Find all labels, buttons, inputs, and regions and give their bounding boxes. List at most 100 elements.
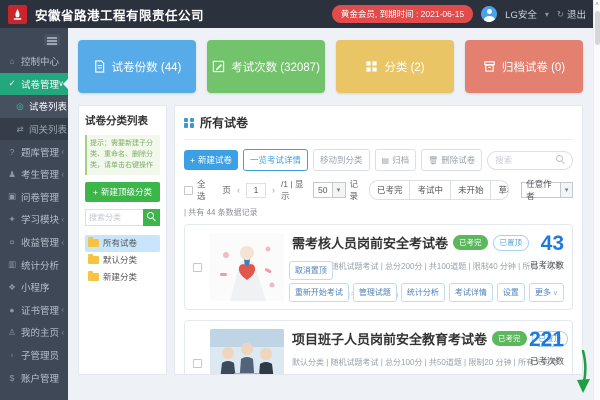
nav-label: 子管理员 bbox=[21, 348, 59, 362]
exam-panel-header: 所有试卷 bbox=[184, 114, 573, 140]
logout-label: 退出 bbox=[567, 7, 586, 21]
stat-card-exam-times[interactable]: 考试次数 (32087) bbox=[207, 40, 325, 93]
nav-label: 试卷列表 bbox=[29, 99, 67, 113]
restart-exam-button[interactable]: 重新开始考试 bbox=[289, 283, 349, 302]
page-scrollbar[interactable]: ˄ bbox=[593, 0, 600, 400]
tree-node-new-category[interactable]: 新建分类 bbox=[85, 269, 160, 286]
sidebar-item-mini-program[interactable]: ❖ 小程序 bbox=[0, 276, 68, 299]
checkbox-icon: ▣ bbox=[7, 191, 17, 202]
exam-toolbar: +新建试卷 一览考试详情 移动到分类 ▤归档 🗑删除试卷 bbox=[184, 149, 573, 171]
exam-detail-button[interactable]: 考试详情 bbox=[449, 283, 493, 302]
page-size-select[interactable]: 50▾ bbox=[313, 182, 345, 198]
plus-icon: + bbox=[190, 155, 195, 165]
status-filter-group: 已考完 考试中 未开始 草稿 bbox=[369, 180, 509, 200]
edit-icon bbox=[212, 60, 225, 73]
medal-icon: ● bbox=[7, 305, 17, 315]
exam-panel-title: 所有试卷 bbox=[200, 114, 248, 131]
more-button[interactable]: 更多∨ bbox=[529, 283, 564, 302]
question-icon: ? bbox=[7, 147, 17, 157]
filter-not-started[interactable]: 未开始 bbox=[451, 181, 492, 199]
exam-title[interactable]: 需考核人员岗前安全考试卷 bbox=[292, 233, 448, 252]
sidebar-item-learning-module[interactable]: ✦学习模块‹ bbox=[0, 208, 68, 231]
tree-node-all-exams[interactable]: 所有试卷 bbox=[85, 235, 160, 252]
user-menu-caret-icon[interactable]: ▾ bbox=[545, 10, 549, 19]
graduation-icon: ✦ bbox=[7, 214, 17, 225]
sidebar-item-exam-management[interactable]: ✓试卷管理∨ bbox=[0, 73, 68, 96]
chart-icon: ▥ bbox=[7, 259, 17, 270]
exam-title[interactable]: 项目班子人员岗前安全教育考试卷 bbox=[292, 329, 487, 348]
sidebar-item-my-homepage[interactable]: ♙我的主页‹ bbox=[0, 321, 68, 344]
sidebar-item-certificate-management[interactable]: ●证书管理‹ bbox=[0, 299, 68, 322]
stat-card-categories[interactable]: 分类 (2) bbox=[336, 40, 454, 93]
app-icon: ❖ bbox=[7, 282, 17, 293]
exam-checkbox[interactable] bbox=[193, 359, 202, 368]
nav-label: 试卷管理 bbox=[21, 77, 59, 91]
sidebar-item-control-center[interactable]: ⌂控制中心 bbox=[0, 50, 68, 73]
author-filter-select[interactable]: 任意作者▾ bbox=[521, 182, 573, 198]
exam-meta: 默认分类 | 随机试题考试 | 总分100分 | 共50道题 | 限制20 分钟… bbox=[292, 357, 494, 368]
sidebar-item-account-management[interactable]: $账户管理 bbox=[0, 366, 68, 389]
filter-finished[interactable]: 已考完 bbox=[370, 181, 411, 199]
logout-button[interactable]: ↻退出 bbox=[557, 7, 586, 21]
manage-questions-button[interactable]: 管理试题 bbox=[353, 283, 397, 302]
stat-card-archived[interactable]: 归档试卷 (0) bbox=[465, 40, 583, 93]
stat-label: 考试次数 (32087) bbox=[231, 59, 320, 75]
grid-icon bbox=[184, 118, 194, 128]
document-icon bbox=[93, 60, 106, 73]
category-search-button[interactable] bbox=[143, 209, 160, 226]
user-avatar[interactable] bbox=[481, 6, 497, 22]
archive-button[interactable]: ▤归档 bbox=[375, 149, 417, 171]
filter-in-progress[interactable]: 考试中 bbox=[410, 181, 451, 199]
new-category-button[interactable]: +新建顶级分类 bbox=[85, 182, 160, 202]
header-right: 黄金会员, 到期时间 : 2021-06-15 LG安全 ▾ ↻退出 bbox=[332, 5, 586, 23]
scroll-down-arrow-icon[interactable] bbox=[574, 350, 592, 394]
page-number-input[interactable] bbox=[246, 183, 266, 198]
scroll-up-icon[interactable]: ˄ bbox=[595, 0, 599, 10]
exam-count-block: 221 已考次数 bbox=[502, 329, 564, 375]
exam-taken-label: 已考次数 bbox=[502, 355, 564, 367]
nav-label: 闯关列表 bbox=[29, 122, 67, 136]
list-controls: 全选 页 ‹ › /1 | 显示 50▾ 记录 已考完 考试中 未开始 草稿 任… bbox=[184, 178, 573, 202]
sidebar-collapse-button[interactable] bbox=[0, 28, 68, 50]
nav-label: 小程序 bbox=[21, 280, 50, 294]
move-category-button[interactable]: 移动到分类 bbox=[313, 149, 370, 171]
sidebar-item-exam-list[interactable]: ◎试卷列表 bbox=[0, 95, 68, 118]
archive-icon bbox=[483, 60, 496, 73]
author-filter-value: 任意作者 bbox=[522, 178, 560, 202]
sidebar-item-sub-admin[interactable]: ▫ 子管理员 bbox=[0, 344, 68, 367]
admin-icon: ▫ bbox=[7, 350, 17, 360]
settings-button[interactable]: 设置 bbox=[497, 283, 525, 302]
tree-label: 新建分类 bbox=[103, 271, 137, 283]
scrollbar-thumb[interactable] bbox=[595, 11, 600, 45]
tree-label: 默认分类 bbox=[103, 254, 137, 266]
sidebar-item-examinee-management[interactable]: ♟考生管理‹ bbox=[0, 163, 68, 186]
user-name[interactable]: LG安全 bbox=[505, 7, 537, 21]
stat-card-exam-count[interactable]: 试卷份数 (44) bbox=[78, 40, 196, 93]
page-size-value: 50 bbox=[314, 185, 331, 195]
chevron-down-icon: ∨ bbox=[553, 289, 558, 297]
exam-detail-button[interactable]: 一览考试详情 bbox=[243, 149, 308, 171]
total-records: | 共有 44 条数据记录 bbox=[184, 207, 573, 218]
sidebar: ⌂控制中心 ✓试卷管理∨ ◎试卷列表 ⇄闯关列表 ?题库管理‹ ♟考生管理‹ ▣… bbox=[0, 28, 68, 400]
exam-card: 项目班子人员岗前安全教育考试卷 已考完 已置顶 默认分类 | 随机试题考试 | … bbox=[184, 320, 573, 375]
exam-search-input[interactable] bbox=[495, 155, 556, 165]
new-exam-button[interactable]: +新建试卷 bbox=[184, 150, 238, 170]
category-search-input[interactable] bbox=[85, 209, 143, 226]
cancel-pin-button[interactable]: 取消置顶 bbox=[289, 261, 333, 280]
next-page-button[interactable]: › bbox=[270, 185, 277, 195]
statistics-button[interactable]: 统计分析 bbox=[401, 283, 445, 302]
nav-label: 我的主页 bbox=[21, 325, 59, 339]
delete-exam-button[interactable]: 🗑删除试卷 bbox=[421, 149, 482, 171]
filter-draft[interactable]: 草稿 bbox=[491, 181, 509, 199]
sidebar-item-survey-management[interactable]: ▣问卷管理 bbox=[0, 186, 68, 209]
select-all-checkbox[interactable] bbox=[184, 186, 193, 195]
more-label: 更多 bbox=[535, 287, 551, 298]
sidebar-item-challenge-list[interactable]: ⇄闯关列表 bbox=[0, 118, 68, 141]
prev-page-button[interactable]: ‹ bbox=[235, 185, 242, 195]
exam-checkbox[interactable] bbox=[193, 263, 202, 272]
sidebar-item-revenue-management[interactable]: ¤收益管理‹ bbox=[0, 231, 68, 254]
tree-node-default-category[interactable]: 默认分类 bbox=[85, 252, 160, 269]
sidebar-item-question-bank[interactable]: ?题库管理‹ bbox=[0, 140, 68, 163]
sidebar-item-statistics[interactable]: ▥统计分析 bbox=[0, 253, 68, 276]
archive-icon: ▤ bbox=[382, 156, 390, 165]
